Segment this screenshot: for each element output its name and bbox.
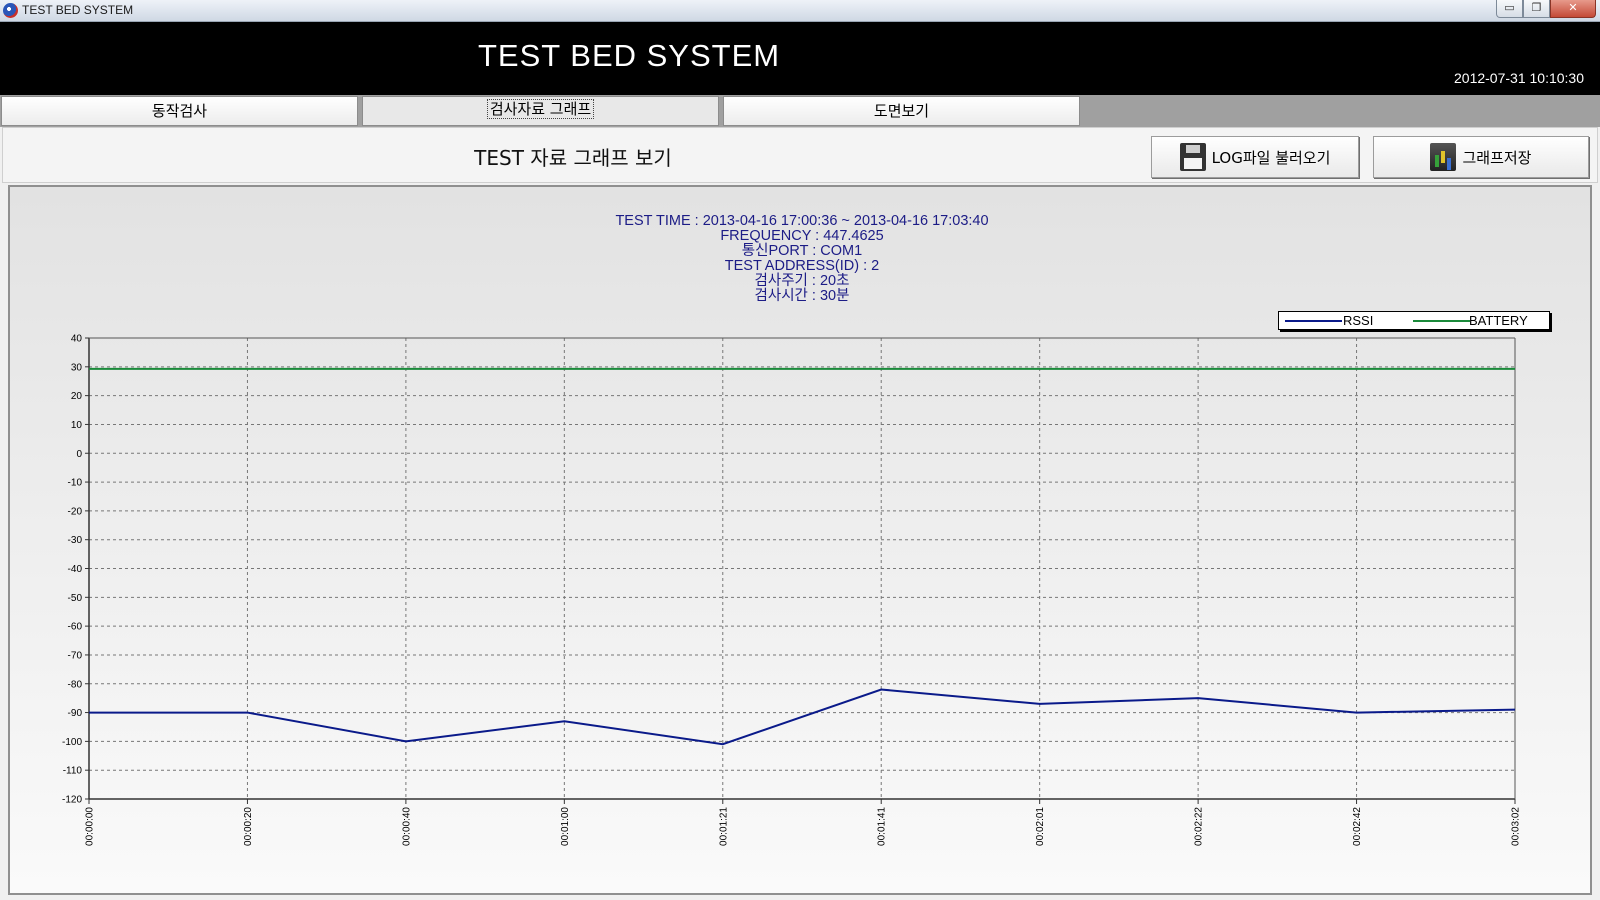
tab-label: 도면보기	[873, 102, 930, 120]
x-tick-label: 00:02:01	[1035, 807, 1046, 846]
y-tick-label: -30	[68, 535, 83, 546]
x-tick-label: 00:00:00	[85, 807, 96, 846]
app-header: TEST BED SYSTEM 2012-07-31 10:10:30	[0, 22, 1600, 95]
x-tick-label: 00:00:20	[243, 807, 254, 846]
y-tick-label: -20	[68, 506, 83, 517]
y-tick-label: 0	[76, 449, 82, 460]
chart-legend: RSSI BATTERY	[1278, 311, 1550, 330]
test-time: TEST TIME : 2013-04-16 17:00:36 ~ 2013-0…	[615, 213, 989, 229]
x-tick-label: 00:02:42	[1352, 807, 1363, 846]
test-cycle: 검사주기 : 20초	[754, 273, 850, 289]
x-tick-label: 00:03:02	[1511, 807, 1522, 846]
load-log-button[interactable]: LOG파일 불러오기	[1151, 136, 1359, 178]
y-tick-label: -50	[68, 593, 83, 604]
y-tick-label: -90	[68, 708, 83, 719]
x-tick-label: 00:01:00	[560, 807, 571, 846]
tab-drawing-view[interactable]: 도면보기	[723, 96, 1080, 126]
minimize-button[interactable]: ▭	[1496, 0, 1523, 18]
series-line-rssi	[89, 688, 1516, 746]
save-graph-button[interactable]: 그래프저장	[1373, 136, 1589, 178]
legend-label-rssi: RSSI	[1343, 313, 1374, 328]
load-log-label: LOG파일 불러오기	[1211, 148, 1331, 167]
app-icon	[3, 3, 18, 18]
y-tick-label: -110	[63, 766, 83, 777]
window-controls: ▭ ❐ ✕	[1496, 0, 1596, 18]
graph-toolbar: TEST 자료 그래프 보기 LOG파일 불러오기 그래프저장	[2, 127, 1598, 183]
test-info: TEST TIME : 2013-04-16 17:00:36 ~ 2013-0…	[10, 214, 1594, 304]
frequency: FREQUENCY : 447.4625	[720, 228, 884, 244]
tab-bar: 동작검사 검사자료 그래프 도면보기	[0, 95, 1600, 127]
legend-swatch-battery	[1413, 320, 1470, 322]
y-tick-label: 30	[71, 362, 83, 373]
y-tick-label: -80	[68, 679, 83, 690]
y-tick-label: 10	[71, 420, 83, 431]
y-tick-label: -60	[68, 622, 83, 633]
y-tick-label: -10	[68, 478, 83, 489]
chart-panel: 40 30 20 10 0 -10 -20 -30 -40 -50 -60 -70 -80 -90 -100…	[8, 185, 1592, 895]
window-title: TEST BED SYSTEM	[22, 3, 134, 17]
maximize-button[interactable]: ❐	[1523, 0, 1550, 18]
current-datetime: 2012-07-31 10:10:30	[1454, 70, 1584, 86]
legend-label-battery: BATTERY	[1469, 313, 1528, 328]
test-address: TEST ADDRESS(ID) : 2	[724, 258, 880, 274]
y-tick-label: -70	[68, 650, 83, 661]
y-tick-label: -120	[62, 795, 82, 806]
bar-chart-icon	[1430, 143, 1457, 171]
tab-test-data-graph[interactable]: 검사자료 그래프	[362, 96, 719, 126]
app-title: TEST BED SYSTEM	[478, 38, 781, 73]
y-tick-label: 40	[71, 334, 83, 345]
y-tick-label: 20	[71, 391, 83, 402]
tab-operation-test[interactable]: 동작검사	[1, 96, 358, 126]
close-button[interactable]: ✕	[1550, 0, 1596, 18]
title-bar[interactable]: TEST BED SYSTEM ▭ ❐ ✕	[0, 0, 1600, 22]
test-duration: 검사시간 : 30분	[754, 288, 850, 304]
x-tick-label: 00:02:22	[1194, 807, 1205, 846]
x-tick-label: 00:01:41	[877, 807, 888, 846]
x-tick-label: 00:01:21	[718, 807, 729, 846]
x-tick-label: 00:00:40	[401, 807, 412, 846]
save-graph-label: 그래프저장	[1462, 148, 1532, 167]
comm-port: 통신PORT : COM1	[741, 243, 863, 259]
y-tick-label: -40	[68, 564, 83, 575]
tab-label: 동작검사	[151, 102, 208, 120]
floppy-disk-icon	[1179, 143, 1206, 171]
page-title: TEST 자료 그래프 보기	[474, 146, 672, 170]
tab-label: 검사자료 그래프	[486, 99, 595, 119]
app-window: TEST BED SYSTEM ▭ ❐ ✕ TEST BED SYSTEM 20…	[0, 0, 1600, 900]
y-tick-label: -100	[62, 737, 82, 748]
legend-swatch-rssi	[1285, 320, 1342, 322]
